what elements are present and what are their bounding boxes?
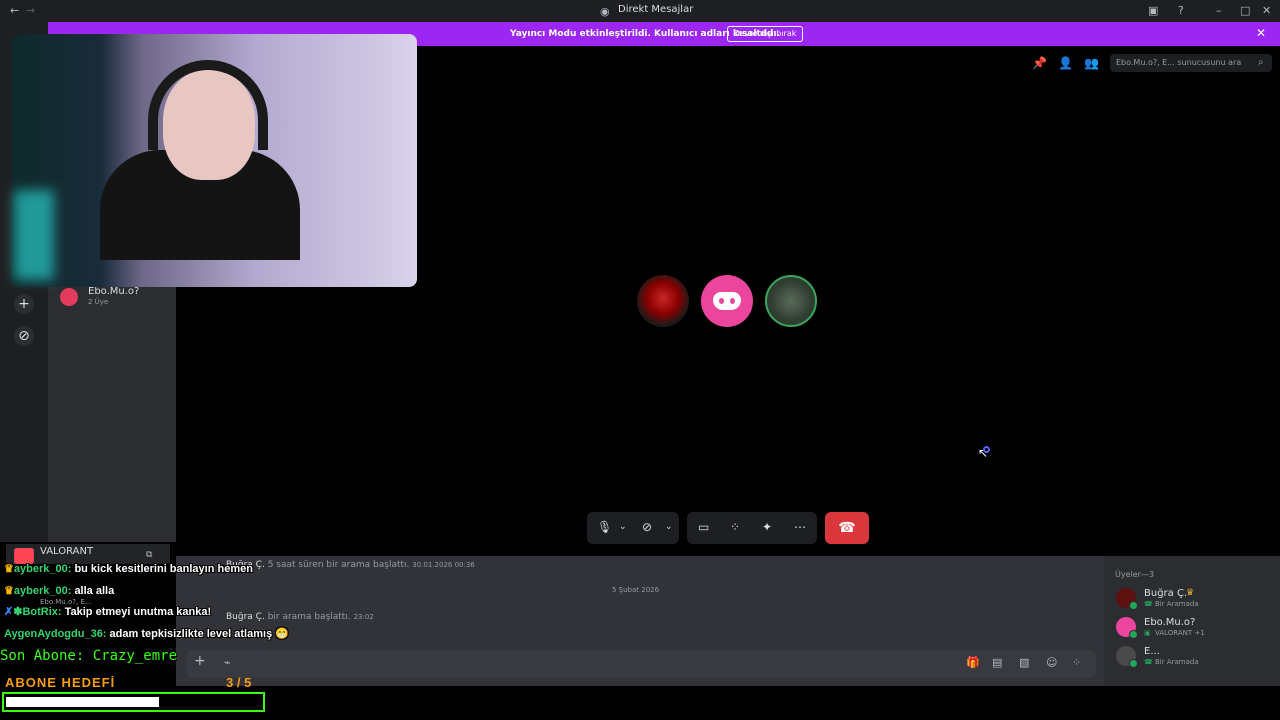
sub-goal-label: ABONE HEDEFİ bbox=[5, 675, 116, 690]
screen-share-icon[interactable]: ▭ bbox=[698, 520, 709, 534]
activity-popout-icon[interactable]: ⧉ bbox=[146, 550, 152, 560]
title-bar: ← → ◉ Direkt Mesajlar ▣ ? – □ ✕ bbox=[0, 0, 1280, 22]
participant-avatar-bugra[interactable] bbox=[637, 275, 689, 327]
close-window-icon[interactable]: ✕ bbox=[1262, 4, 1271, 17]
add-friend-icon[interactable]: 👤 bbox=[1058, 56, 1073, 70]
sub-goal-progress-fill bbox=[6, 697, 159, 707]
gif-icon[interactable]: ▤ bbox=[992, 656, 1002, 669]
end-call-button[interactable]: ☎ bbox=[825, 512, 869, 544]
system-message-time: 30.01.2026 00:36 bbox=[412, 561, 475, 569]
dm-name[interactable]: Ebo.Mu.o? bbox=[88, 286, 139, 297]
in-call-icon: ☎ bbox=[1144, 600, 1153, 608]
member-list-header: Üyeler—3 bbox=[1115, 570, 1155, 579]
wrench-icon: ✗ bbox=[4, 606, 14, 618]
discord-icon: ◉ bbox=[600, 5, 610, 18]
activity-title: VALORANT bbox=[40, 546, 94, 557]
discord-logo-eye-left bbox=[719, 298, 724, 304]
online-status-icon bbox=[1129, 601, 1138, 610]
in-call-icon: ☎ bbox=[1144, 658, 1153, 666]
overlay-chat-message: ♛ayberk_00: bu kick kesitlerini banlayın… bbox=[4, 562, 253, 575]
gift-icon[interactable]: 🎁 bbox=[966, 656, 980, 669]
inbox-icon[interactable]: ▣ bbox=[1148, 4, 1158, 17]
group-avatar[interactable] bbox=[60, 288, 78, 306]
soundboard-icon[interactable]: ✦ bbox=[762, 520, 772, 534]
member-status: Bir Aramada bbox=[1155, 658, 1199, 666]
minimize-icon[interactable]: – bbox=[1216, 4, 1222, 17]
emoji-icon[interactable]: ☺ bbox=[1046, 656, 1057, 669]
members-icon[interactable]: 👥 bbox=[1084, 56, 1099, 70]
system-message-user[interactable]: Buğra Ç. bbox=[226, 612, 265, 622]
crown-icon: ♛ bbox=[4, 563, 14, 575]
maximize-icon[interactable]: □ bbox=[1240, 4, 1250, 17]
overlay-username: ayberk_00: bbox=[13, 563, 72, 575]
member-status: VALORANT +1 bbox=[1155, 629, 1205, 637]
discord-logo-eye-right bbox=[730, 298, 735, 304]
overlay-chat-message: ♛ayberk_00: alla alla bbox=[4, 584, 114, 597]
microphone-icon[interactable]: 🎙 bbox=[597, 520, 612, 534]
system-message-time: 23:02 bbox=[353, 613, 374, 621]
last-subscriber-label: Son Abone: Crazy_emre bbox=[0, 648, 178, 664]
discord-logo-icon bbox=[713, 292, 741, 310]
overlay-username: BotRix: bbox=[22, 606, 62, 618]
online-status-icon bbox=[1129, 659, 1138, 668]
attach-plus-icon[interactable]: + bbox=[194, 653, 206, 669]
overlay-message-text: Takip etmeyi unutma kanka! bbox=[64, 606, 212, 618]
date-divider: 5 Şubat 2026 bbox=[612, 586, 660, 594]
member-status: Bir Aramada bbox=[1155, 600, 1199, 608]
apps-grid-icon[interactable]: ⁘ bbox=[1072, 656, 1081, 669]
more-options-icon[interactable]: ⋯ bbox=[794, 520, 806, 534]
window-title: Direkt Mesajlar bbox=[618, 4, 694, 15]
sticker-icon[interactable]: ▧ bbox=[1019, 656, 1029, 669]
pin-icon[interactable]: 📌 bbox=[1032, 56, 1047, 70]
camera-options-chevron-icon[interactable]: ⌄ bbox=[665, 522, 673, 532]
mic-options-chevron-icon[interactable]: ⌄ bbox=[619, 522, 627, 532]
game-controller-icon: ▣ bbox=[1144, 629, 1151, 637]
member-name[interactable]: Buğra Ç. bbox=[1144, 588, 1187, 599]
forward-arrow-icon[interactable]: → bbox=[26, 4, 35, 17]
apps-icon[interactable]: ⌁ bbox=[224, 656, 231, 669]
sub-goal-count: 3 / 5 bbox=[226, 675, 252, 690]
camera-off-icon[interactable]: ⊘ bbox=[642, 520, 652, 534]
crown-icon: ♛ bbox=[4, 585, 14, 597]
owner-crown-icon: ♛ bbox=[1186, 588, 1195, 598]
overlay-message-text: alla alla bbox=[74, 585, 115, 597]
overlay-message-text: adam tepkisizlikte level atlamış 😁 bbox=[109, 628, 289, 640]
dm-member-count: 2 Üye bbox=[88, 298, 109, 306]
disable-streamer-mode-button[interactable]: Devre dışı bırak bbox=[727, 26, 803, 42]
system-message-text: 5 saat süren bir arama başlattı. bbox=[267, 560, 410, 570]
system-message-text: bir arama başlattı. bbox=[267, 612, 351, 622]
member-name[interactable]: Ebo.Mu.o? bbox=[1144, 617, 1195, 628]
banner-close-icon[interactable]: ✕ bbox=[1256, 26, 1266, 40]
overlay-message-text: bu kick kesitlerini banlayın hemen bbox=[74, 563, 253, 575]
overlay-chat-message: ✗✽BotRix: Takip etmeyi unutma kanka! bbox=[4, 605, 211, 618]
participant-avatar-e[interactable] bbox=[765, 275, 817, 327]
overlay-username: AygenAydogdu_36: bbox=[4, 628, 107, 640]
webcam-led-glow bbox=[14, 190, 54, 280]
call-search-input[interactable]: Ebo.Mu.o?, E... sunucusunu ara bbox=[1110, 54, 1272, 72]
system-message-2: Buğra Ç. bir arama başlattı. 23:02 bbox=[226, 612, 374, 622]
member-name[interactable]: E... bbox=[1144, 646, 1160, 657]
add-server-icon[interactable]: + bbox=[14, 294, 34, 314]
search-icon: ⌕ bbox=[1258, 57, 1264, 68]
loading-spinner-icon bbox=[983, 446, 990, 453]
activities-icon[interactable]: ⁘ bbox=[730, 520, 740, 534]
overlay-username: ayberk_00: bbox=[13, 585, 72, 597]
message-input[interactable] bbox=[186, 650, 1096, 678]
overlay-chat-message: AygenAydogdu_36: adam tepkisizlikte leve… bbox=[4, 627, 289, 640]
help-icon[interactable]: ? bbox=[1178, 4, 1184, 17]
back-arrow-icon[interactable]: ← bbox=[10, 4, 19, 17]
system-message-1: Buğra Ç. 5 saat süren bir arama başlattı… bbox=[226, 560, 475, 570]
explore-icon[interactable]: ⊘ bbox=[14, 326, 34, 346]
online-status-icon bbox=[1129, 630, 1138, 639]
